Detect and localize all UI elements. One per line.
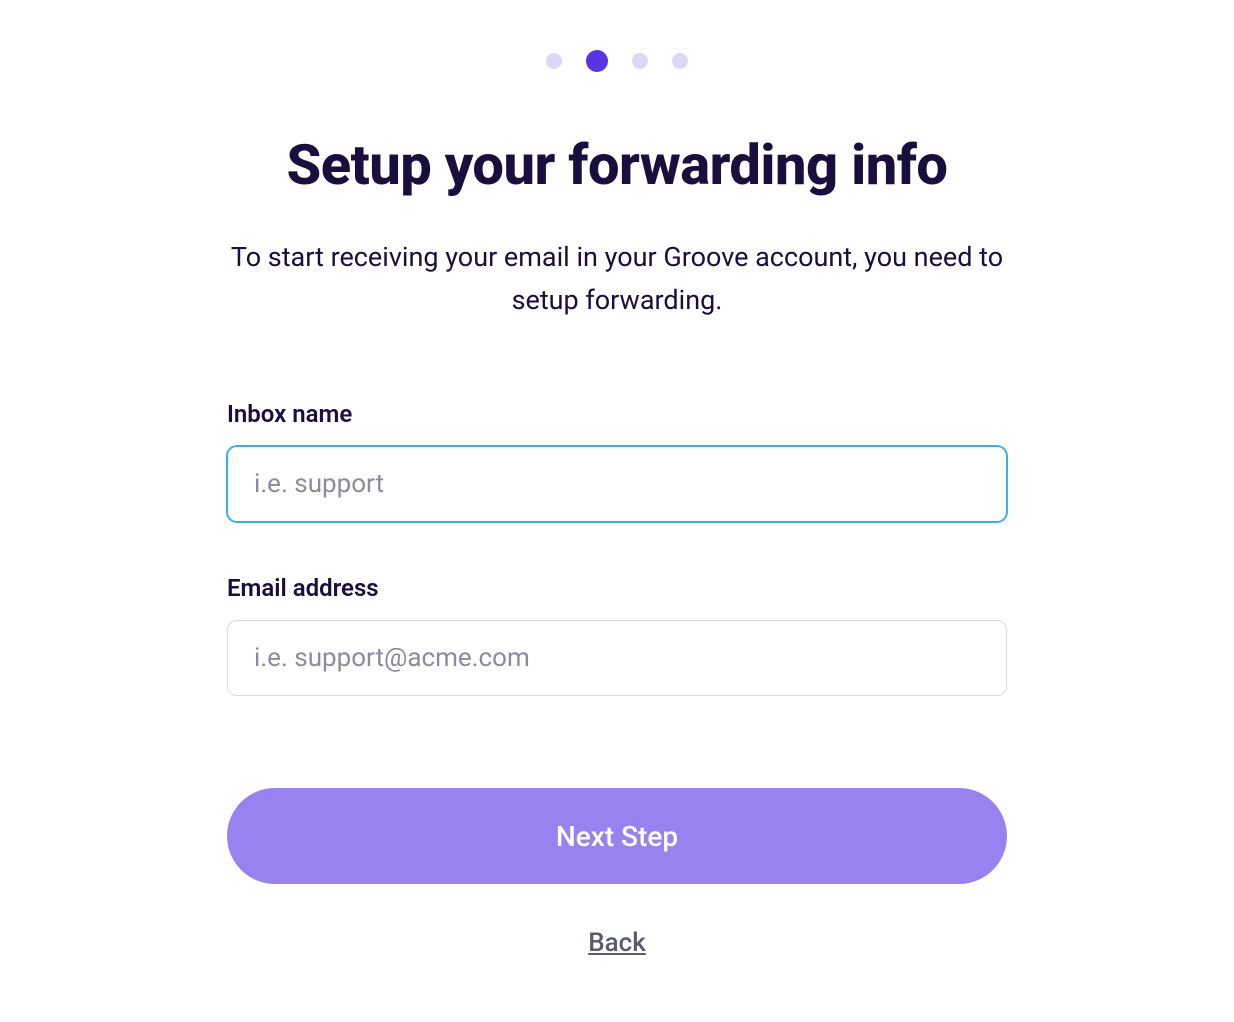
page-subtitle: To start receiving your email in your Gr…	[207, 236, 1027, 322]
inbox-name-input[interactable]	[227, 446, 1007, 522]
form-group-email-address: Email address	[227, 574, 1007, 696]
step-dot-2	[586, 50, 608, 72]
inbox-name-label: Inbox name	[227, 400, 1007, 428]
email-address-input[interactable]	[227, 620, 1007, 696]
form-container: Inbox name Email address Next Step Back	[227, 400, 1007, 958]
email-address-label: Email address	[227, 574, 1007, 602]
step-dot-1	[546, 53, 562, 69]
step-dot-3	[632, 53, 648, 69]
page-title: Setup your forwarding info	[287, 132, 948, 198]
next-step-button[interactable]: Next Step	[227, 788, 1007, 884]
back-link[interactable]: Back	[227, 928, 1007, 958]
step-dot-4	[672, 53, 688, 69]
step-indicator	[546, 50, 688, 72]
form-group-inbox-name: Inbox name	[227, 400, 1007, 522]
